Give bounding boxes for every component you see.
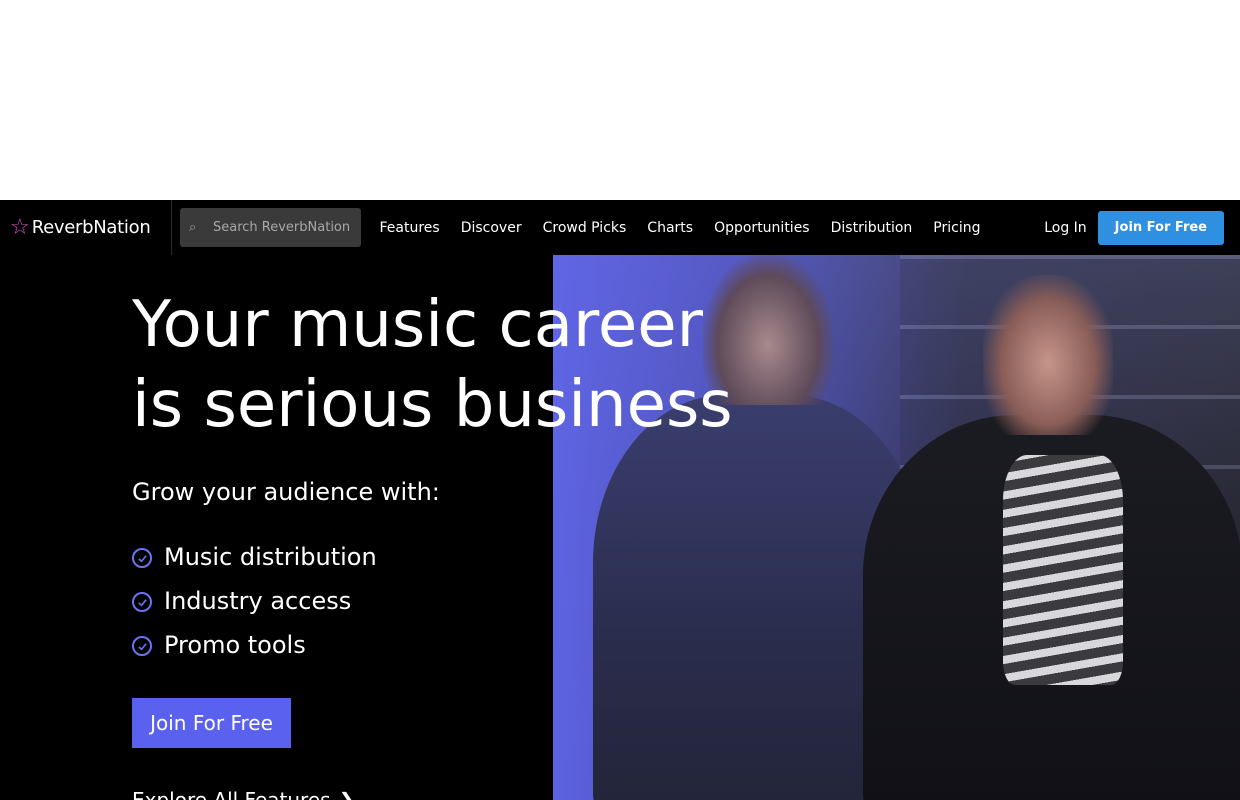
nav-links: Features Discover Crowd Picks Charts Opp… <box>369 220 991 236</box>
nav-item-distribution[interactable]: Distribution <box>820 220 923 236</box>
list-item: Music distribution <box>132 535 377 579</box>
hero-subtitle: Grow your audience with: <box>132 478 440 506</box>
list-item: Promo tools <box>132 623 377 667</box>
star-logo-icon: ☆ <box>10 214 30 240</box>
top-navbar: ☆ ReverbNation ⌕ Features Discover Crowd… <box>0 200 1240 255</box>
search-box[interactable]: ⌕ <box>180 208 361 247</box>
join-button-nav[interactable]: Join For Free <box>1097 210 1224 245</box>
nav-item-charts[interactable]: Charts <box>637 220 704 236</box>
person-right-shirt <box>1003 455 1123 685</box>
chevron-right-icon: ❯ <box>338 788 356 800</box>
join-for-free-button[interactable]: Join For Free <box>132 698 291 748</box>
explore-features-link[interactable]: Explore All Features ❯ <box>132 788 355 800</box>
search-icon: ⌕ <box>189 220 197 235</box>
nav-item-opportunities[interactable]: Opportunities <box>704 220 821 236</box>
feature-label: Music distribution <box>164 543 377 571</box>
nav-item-features[interactable]: Features <box>369 220 450 236</box>
feature-list: Music distribution Industry access Promo… <box>132 535 377 667</box>
check-circle-icon <box>132 548 152 568</box>
person-right-head <box>983 275 1113 435</box>
logo[interactable]: ☆ ReverbNation <box>0 200 172 255</box>
hero-title-line-1: Your music career <box>132 288 703 362</box>
hero-title-line-2: is serious business <box>132 368 733 442</box>
login-link[interactable]: Log In <box>1044 220 1086 236</box>
list-item: Industry access <box>132 579 377 623</box>
hero-section: Your music career is serious business Gr… <box>0 255 1240 800</box>
nav-item-discover[interactable]: Discover <box>450 220 532 236</box>
nav-account-actions: Log In Join For Free <box>1044 210 1240 245</box>
ad-banner-space <box>0 0 1240 200</box>
check-circle-icon <box>132 636 152 656</box>
explore-features-label: Explore All Features <box>132 788 331 800</box>
search-input[interactable] <box>211 219 360 236</box>
brand-name: ReverbNation <box>31 217 151 238</box>
feature-label: Industry access <box>164 587 352 615</box>
hero-title: Your music career is serious business <box>132 285 733 445</box>
nav-item-crowd-picks[interactable]: Crowd Picks <box>532 220 637 236</box>
nav-item-pricing[interactable]: Pricing <box>923 220 991 236</box>
check-circle-icon <box>132 592 152 612</box>
feature-label: Promo tools <box>164 631 306 659</box>
